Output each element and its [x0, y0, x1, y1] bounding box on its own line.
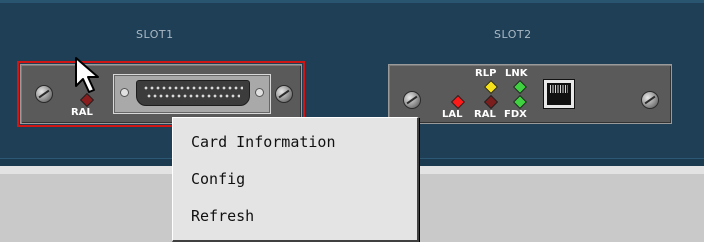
slot2-rlp-led — [483, 79, 499, 95]
slot1-ral-label: RAL — [71, 107, 93, 118]
rj45-port-icon — [543, 79, 575, 109]
slot2-ral-led — [483, 94, 499, 110]
slot2-fdx-led — [512, 94, 528, 110]
slot2-lal-led — [450, 94, 466, 110]
screw-icon — [275, 85, 293, 103]
screw-icon — [35, 85, 53, 103]
slot1-card[interactable]: RAL — [17, 61, 305, 127]
slot2-fdx-label: FDX — [504, 109, 527, 120]
connector-screw-hole — [255, 88, 264, 97]
slot2-lal-label: LAL — [442, 109, 463, 120]
context-menu: Card Information Config Refresh — [172, 117, 419, 242]
db25-connector-icon — [113, 74, 271, 114]
slot2-lnk-led — [512, 79, 528, 95]
slot2-card[interactable]: RLP LNK LAL RAL FDX — [388, 64, 672, 124]
menu-item-card-information[interactable]: Card Information — [191, 127, 411, 157]
menu-item-refresh[interactable]: Refresh — [191, 201, 411, 231]
screw-icon — [641, 91, 659, 109]
slot1-label: SLOT1 — [136, 28, 174, 41]
screw-icon — [403, 91, 421, 109]
slot2-rlp-label: RLP — [475, 68, 497, 79]
db25-pins — [136, 80, 250, 106]
slot2-lnk-label: LNK — [505, 68, 528, 79]
connector-screw-hole — [120, 88, 129, 97]
slot2-ral-label: RAL — [474, 109, 496, 120]
menu-item-config[interactable]: Config — [191, 164, 411, 194]
mouse-pointer-icon — [75, 57, 99, 93]
chassis-top-edge — [0, 0, 704, 3]
slot2-label: SLOT2 — [494, 28, 532, 41]
